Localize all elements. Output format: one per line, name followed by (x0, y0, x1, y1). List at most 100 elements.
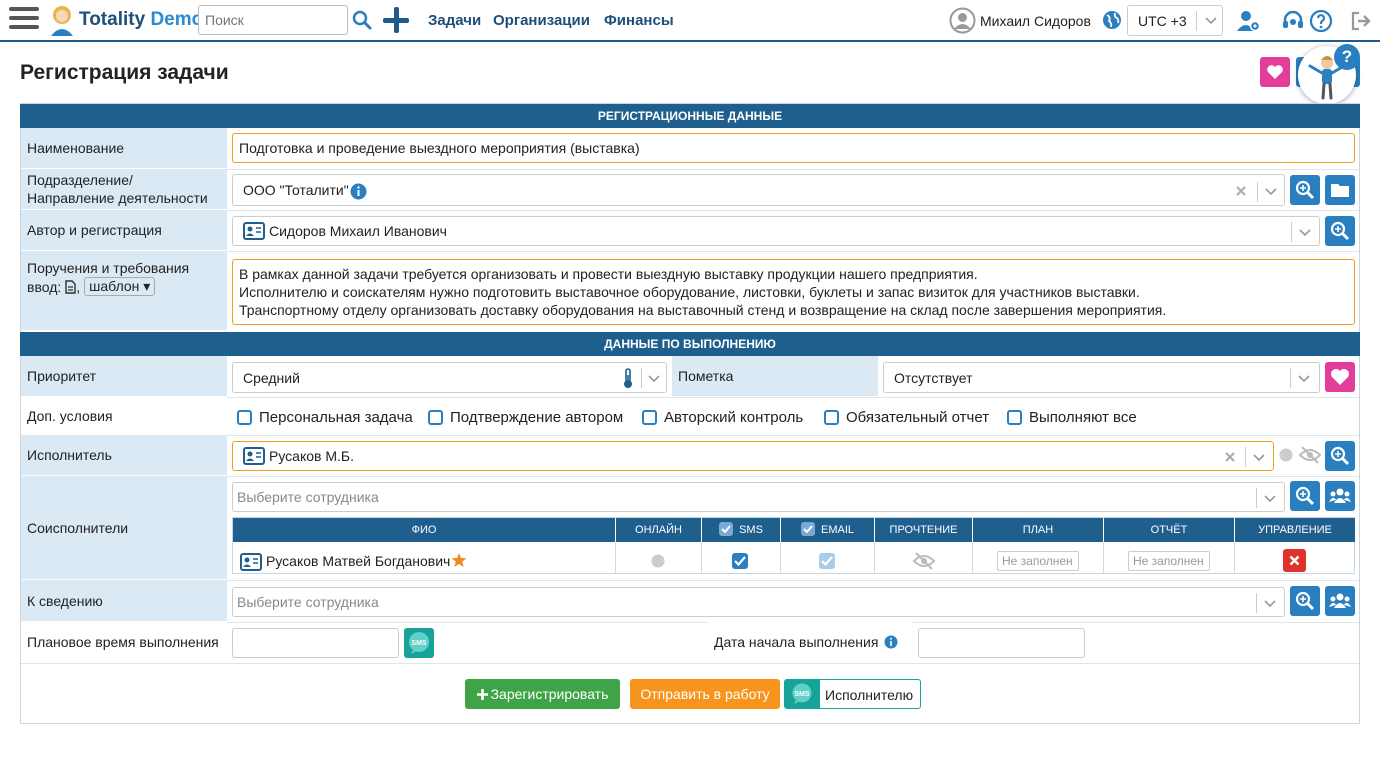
eye-slash-icon (912, 552, 936, 570)
folder-icon (1331, 184, 1349, 197)
coexecutor-search-button[interactable] (1290, 481, 1320, 511)
heart-icon (1267, 65, 1283, 79)
coexecutor-name[interactable]: Русаков Матвей Богданович (266, 553, 450, 569)
assistant-question-icon[interactable]: ? (1334, 44, 1360, 70)
logout-icon[interactable] (1349, 9, 1373, 33)
zoom-search-icon (1295, 591, 1315, 611)
col-email[interactable]: EMAIL (781, 518, 874, 542)
chevron-down-icon (1265, 188, 1277, 196)
search-input[interactable] (198, 5, 348, 35)
sms-notify-button[interactable]: SMS (404, 628, 434, 658)
logo-demo-text: Demo (150, 9, 204, 30)
support-headset-icon[interactable] (1281, 9, 1305, 33)
sms-checkbox[interactable] (732, 553, 748, 569)
sms-icon: SMS (792, 683, 812, 704)
plan-time-input[interactable] (232, 628, 399, 658)
nav-tasks[interactable]: Задачи (428, 12, 481, 29)
mark-value: Отсутствует (894, 370, 973, 386)
thermometer-icon (624, 368, 632, 388)
coexecutors-table: ФИО ОНЛАЙН SMS EMAIL ПРОЧТЕНИЕ ПЛАН ОТЧЁ… (232, 517, 1355, 574)
plan-time-label: Плановое время выполнения (21, 622, 227, 663)
zoom-search-icon (1330, 446, 1350, 466)
report-input[interactable]: Не заполнен (1128, 551, 1210, 571)
sms-icon: SMS (409, 632, 429, 654)
nav-organizations[interactable]: Организации (493, 12, 590, 29)
author-select[interactable]: Сидоров Михаил Иванович (232, 216, 1320, 246)
star-icon[interactable] (451, 552, 467, 568)
personal-task-checkbox[interactable]: Персональная задача (237, 409, 413, 426)
author-confirmation-checkbox[interactable]: Подтверждение автором (428, 409, 623, 426)
chevron-down-icon (1253, 454, 1265, 462)
executor-select[interactable]: Русаков М.Б. (232, 441, 1274, 471)
clear-icon[interactable] (1223, 450, 1237, 464)
remove-coexecutor-button[interactable] (1283, 549, 1306, 572)
timezone-select[interactable]: UTC +3 (1127, 5, 1223, 36)
for-info-select[interactable]: Выберите сотрудника (232, 587, 1285, 617)
all-execute-checkbox[interactable]: Выполняют все (1007, 409, 1137, 426)
logo-main-text: Totality (79, 9, 146, 30)
start-date-input[interactable] (918, 628, 1085, 658)
zoom-search-icon (1295, 180, 1315, 200)
svg-text:SMS: SMS (794, 691, 810, 698)
nav-finance[interactable]: Финансы (604, 12, 674, 29)
col-online: ОНЛАЙН (616, 518, 701, 542)
register-button[interactable]: Зарегистрировать (465, 679, 620, 709)
svg-text:SMS: SMS (411, 640, 427, 647)
eye-slash-icon (1298, 446, 1322, 464)
col-plan: ПЛАН (973, 518, 1103, 542)
user-name[interactable]: Михаил Сидоров (980, 13, 1091, 29)
author-control-checkbox[interactable]: Авторский контроль (642, 409, 803, 426)
menu-icon[interactable] (9, 7, 39, 33)
division-folder-button[interactable] (1325, 175, 1355, 205)
executor-search-button[interactable] (1325, 441, 1355, 471)
email-checkbox[interactable] (819, 553, 835, 569)
priority-select[interactable]: Средний (232, 362, 667, 393)
col-sms[interactable]: SMS (702, 518, 780, 542)
task-name-input[interactable]: Подготовка и проведение выездного меропр… (232, 133, 1355, 163)
instructions-line: Транспортному отделу организовать достав… (239, 302, 1167, 318)
executor-value: Русаков М.Б. (269, 448, 354, 464)
favorite-button[interactable] (1260, 57, 1290, 87)
app-logo[interactable]: Totality Demo (79, 9, 203, 31)
chevron-down-icon (1205, 17, 1217, 25)
coexecutor-select[interactable]: Выберите сотрудника (232, 482, 1285, 512)
document-icon[interactable] (65, 279, 76, 294)
template-select[interactable]: шаблон ▾ (84, 277, 156, 296)
info-icon[interactable] (350, 183, 367, 200)
section-execution-header: ДАННЫЕ ПО ВЫПОЛНЕНИЮ (20, 332, 1360, 356)
help-icon[interactable] (1309, 9, 1333, 33)
send-to-work-button[interactable]: Отправить в работу (630, 679, 780, 709)
division-select[interactable]: ООО "Тоталити" (232, 174, 1285, 206)
coexecutors-label: Соисполнители (21, 476, 227, 580)
plus-icon (476, 689, 488, 700)
zoom-search-icon (1330, 221, 1350, 241)
chevron-down-icon (1264, 600, 1276, 608)
division-search-button[interactable] (1290, 175, 1320, 205)
coexecutor-group-button[interactable] (1325, 481, 1355, 511)
mark-heart-button[interactable] (1325, 362, 1355, 392)
chevron-down-icon (1264, 495, 1276, 503)
for-info-search-button[interactable] (1290, 586, 1320, 616)
clear-icon[interactable] (1234, 184, 1248, 198)
timezone-value: UTC +3 (1138, 13, 1187, 29)
author-search-button[interactable] (1325, 216, 1355, 246)
user-settings-icon[interactable] (1237, 9, 1261, 33)
author-value: Сидоров Михаил Иванович (269, 223, 447, 239)
instructions-textarea[interactable]: В рамках данной задачи требуется организ… (232, 259, 1355, 325)
user-avatar-icon[interactable] (949, 7, 976, 34)
author-label: Автор и регистрация (21, 210, 227, 251)
info-icon[interactable] (884, 635, 898, 649)
sms-all-checkbox[interactable] (719, 522, 734, 536)
priority-label: Приоритет (21, 356, 227, 397)
sms-executor-button[interactable]: SMS Исполнителю (784, 679, 921, 709)
division-value: ООО "Тоталити" (243, 182, 349, 198)
for-info-group-button[interactable] (1325, 586, 1355, 616)
instructions-label: Поручения и требования ввод: , шаблон ▾ (21, 251, 227, 331)
mandatory-report-checkbox[interactable]: Обязательный отчет (824, 409, 989, 426)
plan-input[interactable]: Не заполнен (997, 551, 1079, 571)
search-icon[interactable] (352, 10, 372, 30)
contact-card-icon (243, 222, 265, 240)
email-all-checkbox[interactable] (800, 522, 815, 536)
mark-select[interactable]: Отсутствует (883, 362, 1320, 393)
add-plus-icon[interactable] (382, 6, 410, 34)
